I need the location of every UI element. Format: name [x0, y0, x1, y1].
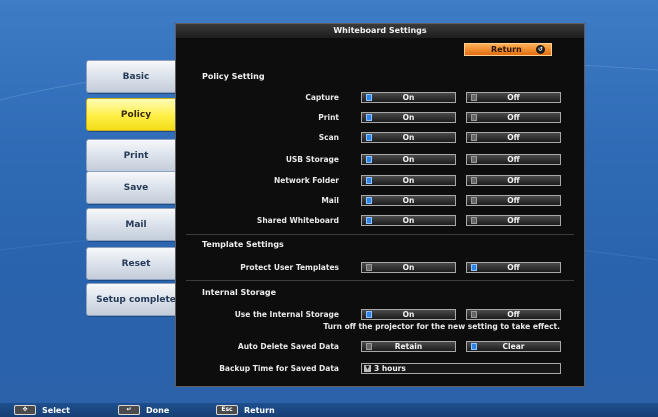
use-internal-on-option[interactable]: On [361, 309, 456, 320]
radio-indicator-icon [366, 311, 372, 318]
row-label-backup-time: Backup Time for Saved Data [219, 364, 339, 373]
mail-on-option[interactable]: On [361, 195, 456, 206]
sidebar-item-label: Print [123, 150, 149, 161]
row-label-mail: Mail [321, 196, 339, 205]
dropdown-arrow-icon: ▼ [364, 365, 371, 372]
radio-indicator-icon [366, 177, 372, 184]
protect-templates-off-option[interactable]: Off [466, 262, 561, 273]
radio-indicator-icon [471, 114, 477, 121]
section-title-policy: Policy Setting [202, 72, 265, 81]
radio-indicator-icon [366, 217, 372, 224]
help-select: ✥ Select [14, 405, 70, 415]
radio-indicator-icon [471, 156, 477, 163]
use-internal-off-option[interactable]: Off [466, 309, 561, 320]
radio-indicator-icon [366, 343, 372, 350]
print-on-option[interactable]: On [361, 112, 456, 123]
sidebar-item-mail[interactable]: Mail [86, 208, 186, 241]
usb-storage-on-option[interactable]: On [361, 154, 456, 165]
row-label-protect-user-templates: Protect User Templates [240, 263, 339, 272]
sidebar-item-label: Reset [121, 258, 151, 269]
auto-delete-clear-option[interactable]: Clear [466, 341, 561, 352]
backup-time-value: 3 hours [374, 364, 406, 373]
radio-indicator-icon [471, 343, 477, 350]
radio-indicator-icon [366, 156, 372, 163]
restart-note: Turn off the projector for the new setti… [323, 322, 560, 331]
radio-indicator-icon [366, 134, 372, 141]
sidebar-item-setup-complete[interactable]: Setup complete [86, 283, 186, 316]
network-folder-off-option[interactable]: Off [466, 175, 561, 186]
radio-indicator-icon [471, 94, 477, 101]
row-label-use-internal-storage: Use the Internal Storage [234, 310, 339, 319]
radio-indicator-icon [471, 311, 477, 318]
radio-indicator-icon [471, 197, 477, 204]
help-bar: ✥ Select ↵ Done Esc Return [0, 403, 658, 417]
row-label-shared-whiteboard: Shared Whiteboard [256, 216, 339, 225]
sidebar-item-label: Policy [120, 109, 152, 120]
capture-off-option[interactable]: Off [466, 92, 561, 103]
directional-pad-icon: ✥ [14, 405, 36, 415]
shared-whiteboard-off-option[interactable]: Off [466, 215, 561, 226]
scan-on-option[interactable]: On [361, 132, 456, 143]
auto-delete-retain-option[interactable]: Retain [361, 341, 456, 352]
sidebar-item-print[interactable]: Print [86, 139, 186, 172]
return-icon: ↺ [536, 45, 545, 54]
shared-whiteboard-on-option[interactable]: On [361, 215, 456, 226]
help-done: ↵ Done [118, 405, 169, 415]
print-off-option[interactable]: Off [466, 112, 561, 123]
radio-indicator-icon [471, 177, 477, 184]
capture-on-option[interactable]: On [361, 92, 456, 103]
divider [186, 234, 574, 235]
sidebar-item-label: Mail [125, 219, 147, 230]
radio-indicator-icon [471, 264, 477, 271]
row-label-scan: Scan [318, 133, 339, 142]
settings-panel: Whiteboard Settings Return ↺ Policy Sett… [175, 23, 585, 387]
section-title-internal-storage: Internal Storage [202, 288, 277, 297]
enter-key-icon: ↵ [118, 405, 140, 415]
radio-indicator-icon [471, 217, 477, 224]
sidebar-item-basic[interactable]: Basic [86, 60, 186, 93]
mail-off-option[interactable]: Off [466, 195, 561, 206]
sidebar-item-label: Setup complete [96, 294, 176, 305]
radio-indicator-icon [366, 197, 372, 204]
esc-key-icon: Esc [216, 405, 238, 415]
radio-indicator-icon [366, 264, 372, 271]
row-label-print: Print [318, 113, 339, 122]
row-label-network-folder: Network Folder [273, 176, 339, 185]
sidebar-item-reset[interactable]: Reset [86, 247, 186, 280]
return-button-label: Return [491, 45, 522, 54]
sidebar-item-label: Save [123, 182, 149, 193]
scan-off-option[interactable]: Off [466, 132, 561, 143]
return-button[interactable]: Return ↺ [464, 43, 552, 56]
sidebar-item-label: Basic [122, 71, 150, 82]
help-return: Esc Return [216, 405, 275, 415]
row-label-usb-storage: USB Storage [285, 155, 339, 164]
divider [186, 280, 574, 281]
sidebar-item-save[interactable]: Save [86, 171, 186, 204]
sidebar-item-policy[interactable]: Policy [86, 98, 186, 131]
section-title-template: Template Settings [202, 240, 284, 249]
row-label-auto-delete: Auto Delete Saved Data [237, 342, 339, 351]
panel-title: Whiteboard Settings [176, 24, 584, 38]
backup-time-select[interactable]: ▼ 3 hours [361, 363, 561, 374]
network-folder-on-option[interactable]: On [361, 175, 456, 186]
usb-storage-off-option[interactable]: Off [466, 154, 561, 165]
radio-indicator-icon [366, 94, 372, 101]
radio-indicator-icon [471, 134, 477, 141]
radio-indicator-icon [366, 114, 372, 121]
protect-templates-on-option[interactable]: On [361, 262, 456, 273]
row-label-capture: Capture [305, 93, 339, 102]
